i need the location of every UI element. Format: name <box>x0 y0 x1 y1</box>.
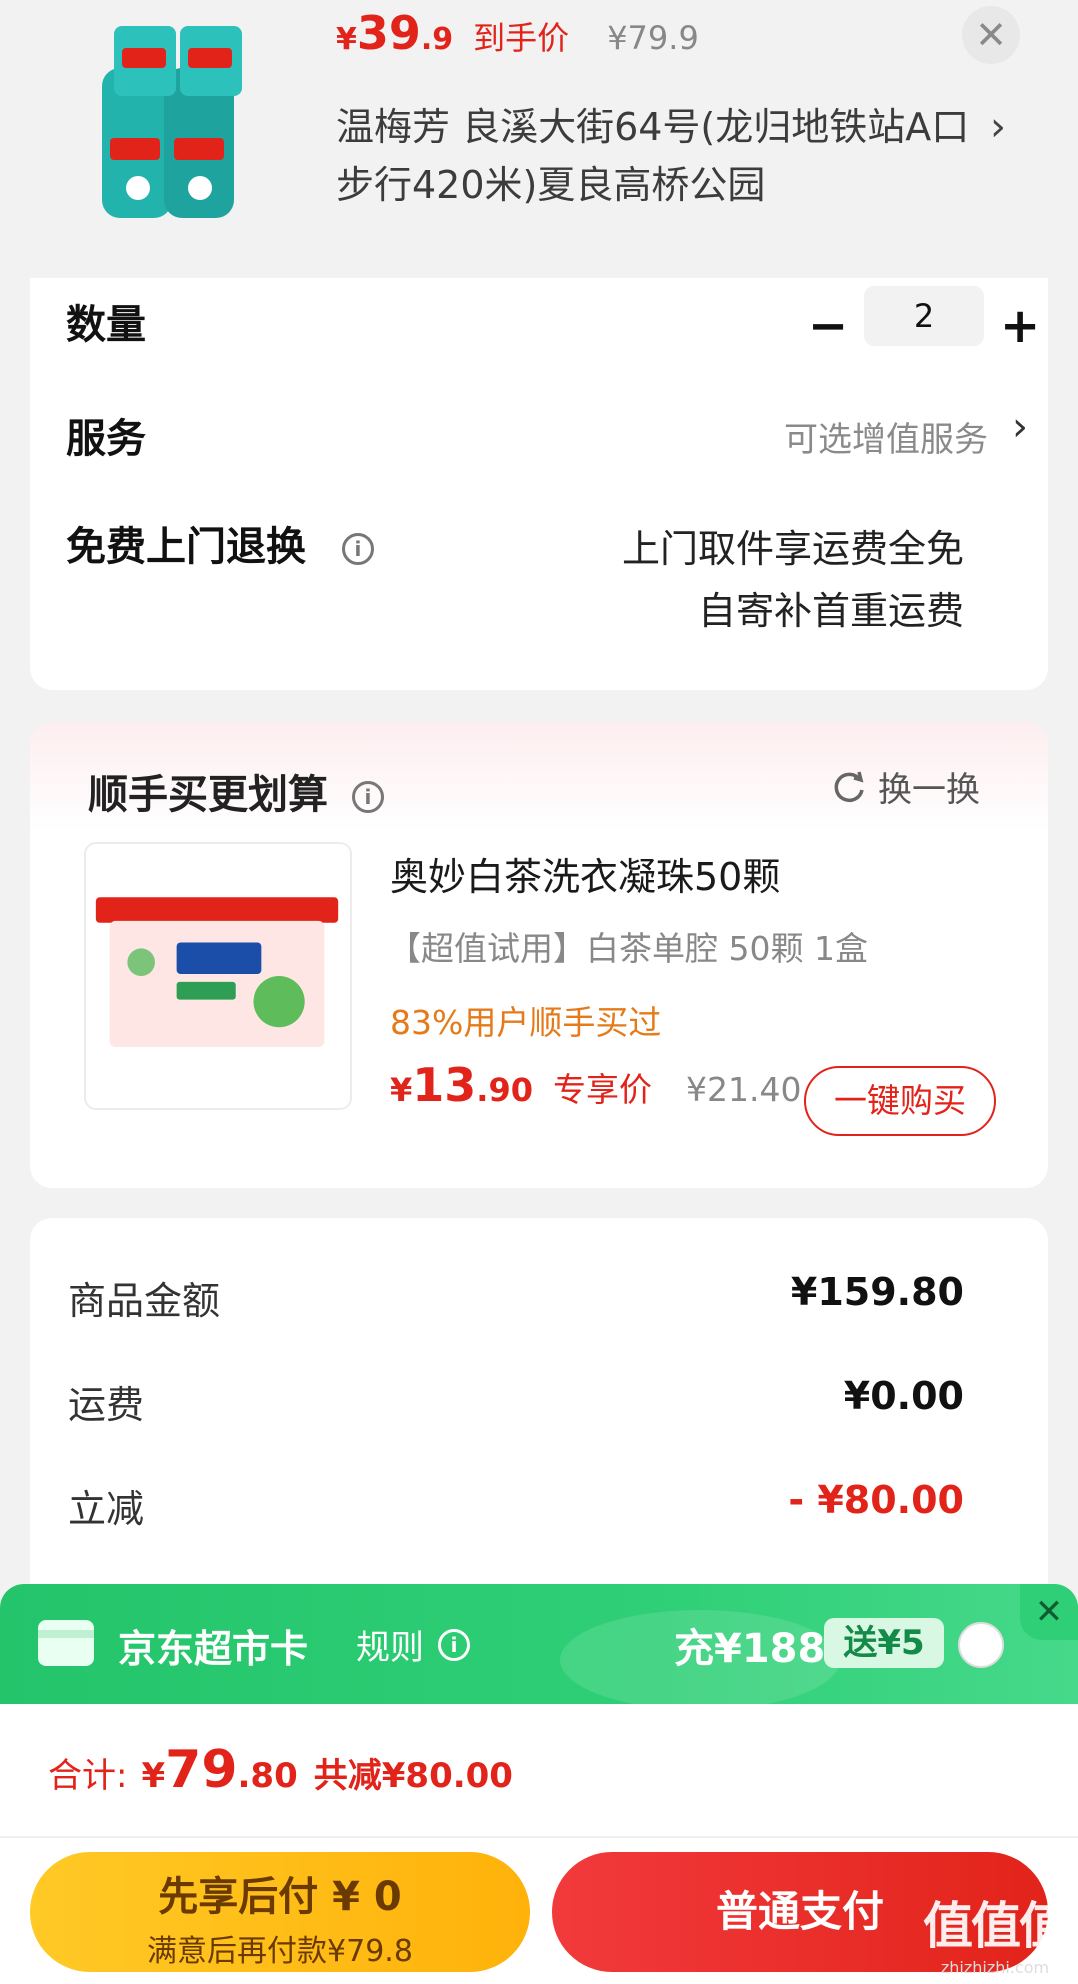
close-icon[interactable]: ✕ <box>1020 1584 1078 1640</box>
rules-link[interactable]: 规则 i <box>356 1620 470 1669</box>
refresh-label: 换一换 <box>878 770 980 810</box>
recommendation-card: 顺手买更划算 i 换一换 奥妙白茶洗衣凝珠50颗 【超值试用】白茶单腔 50颗 … <box>30 722 1048 1188</box>
watermark-main: 值值值 <box>923 1897 1069 1955</box>
chevron-right-icon[interactable]: › <box>1012 404 1028 450</box>
omo-original-price: ¥21.40 <box>685 1070 802 1109</box>
service-label: 服务 <box>66 416 146 462</box>
quantity-label: 数量 <box>66 302 146 348</box>
recommendation-title-text: 顺手买更划算 <box>88 772 328 818</box>
free-return-label: 免费上门退换 i <box>66 514 374 572</box>
product-image <box>102 26 242 218</box>
supermarket-card-banner[interactable]: 京东超市卡 规则 i 充¥188 送¥5 ✕ <box>0 1584 1078 1710</box>
total-integer: 79 <box>165 1740 238 1800</box>
omo-price-integer: 13 <box>412 1058 477 1112</box>
goods-amount-label: 商品金额 <box>68 1279 221 1323</box>
price-decimal: .9 <box>420 22 454 57</box>
price-summary-card: 商品金额 ¥159.80 运费 ¥0.00 立减 - ¥80.00 <box>30 1218 1048 1618</box>
total-currency: ¥ <box>141 1756 166 1796</box>
omo-price-tag: 专享价 <box>552 1070 652 1109</box>
price-currency: ¥ <box>336 22 357 57</box>
refresh-icon <box>834 771 864 802</box>
service-value[interactable]: 可选增值服务 <box>784 412 988 461</box>
omo-price: ¥ 13 .90 专享价 ¥21.40 <box>390 1058 801 1112</box>
discount-label: 立减 <box>68 1487 145 1531</box>
discount-value: - ¥80.00 <box>788 1478 964 1522</box>
order-options-card: 数量 − 2 + 服务 可选增值服务 › 免费上门退换 i 上门取件享运费全免 … <box>30 278 1048 690</box>
quantity-increase-button[interactable]: + <box>1000 298 1040 358</box>
return-policy-line1: 上门取件享运费全免 <box>621 527 964 571</box>
topup-radio[interactable] <box>958 1622 1004 1668</box>
product-price: ¥ 39 .9 到手价 ¥79.9 <box>336 6 699 66</box>
shipping-label: 运费 <box>68 1383 145 1427</box>
one-click-buy-button[interactable]: 一键购买 <box>804 1066 996 1136</box>
total-discount: 共减¥80.00 <box>313 1756 513 1796</box>
price-integer: 39 <box>356 6 421 60</box>
omo-price-decimal: .90 <box>476 1071 533 1109</box>
card-icon <box>38 1620 94 1666</box>
total-amount: 合计: ¥ 79 .80 共减¥80.00 <box>48 1740 513 1800</box>
quantity-decrease-button[interactable]: − <box>808 298 848 358</box>
product-header: ¥ 39 .9 到手价 ¥79.9 ✕ 温梅芳 良溪大街64号(龙归地铁站A口步… <box>0 0 1078 278</box>
price-tag: 到手价 <box>473 19 570 57</box>
shipping-value: ¥0.00 <box>843 1374 964 1418</box>
pay-later-button[interactable]: 先享后付 ¥ 0 满意后再付款¥79.8 <box>30 1852 530 1972</box>
omo-purchase-percent: 83%用户顺手买过 <box>390 1003 662 1042</box>
close-icon[interactable]: ✕ <box>962 6 1020 64</box>
total-label: 合计: <box>48 1756 128 1796</box>
omo-product-image[interactable] <box>84 842 352 1110</box>
omo-product-name[interactable]: 奥妙白茶洗衣凝珠50颗 <box>390 846 780 901</box>
refresh-button[interactable]: 换一换 <box>830 762 980 811</box>
info-icon[interactable]: i <box>351 781 384 813</box>
goods-amount-value: ¥159.80 <box>790 1270 964 1314</box>
bottom-actions: 先享后付 ¥ 0 满意后再付款¥79.8 普通支付 <box>0 1838 1078 1984</box>
pay-later-title: 先享后付 ¥ 0 <box>158 1874 402 1920</box>
quantity-input[interactable]: 2 <box>864 286 984 346</box>
rules-label: 规则 <box>356 1628 424 1668</box>
watermark: 值值值 zhizhizhi.com <box>920 1886 1070 1977</box>
total-bar: 合计: ¥ 79 .80 共减¥80.00 <box>0 1704 1078 1838</box>
omo-price-currency: ¥ <box>390 1071 413 1109</box>
watermark-sub: zhizhizhi.com <box>940 1958 1050 1977</box>
original-price: ¥79.9 <box>607 19 699 57</box>
return-policy-line2: 自寄补首重运费 <box>697 589 964 633</box>
total-decimal: .80 <box>237 1756 298 1796</box>
supermarket-card-title: 京东超市卡 <box>118 1627 309 1671</box>
info-icon[interactable]: i <box>341 533 374 565</box>
chevron-right-icon[interactable]: › <box>990 98 1006 156</box>
delivery-address[interactable]: 温梅芳 良溪大街64号(龙归地铁站A口步行420米)夏良高桥公园 <box>336 98 996 214</box>
info-icon: i <box>438 1628 470 1661</box>
free-return-text: 免费上门退换 <box>66 524 306 570</box>
recommendation-title: 顺手买更划算 i <box>88 762 384 820</box>
gift-badge: 送¥5 <box>824 1618 944 1668</box>
pay-later-subtitle: 满意后再付款¥79.8 <box>147 1934 413 1969</box>
topup-amount: 充¥188 <box>674 1626 826 1672</box>
omo-product-spec: 【超值试用】白茶单腔 50颗 1盒 <box>388 929 868 968</box>
